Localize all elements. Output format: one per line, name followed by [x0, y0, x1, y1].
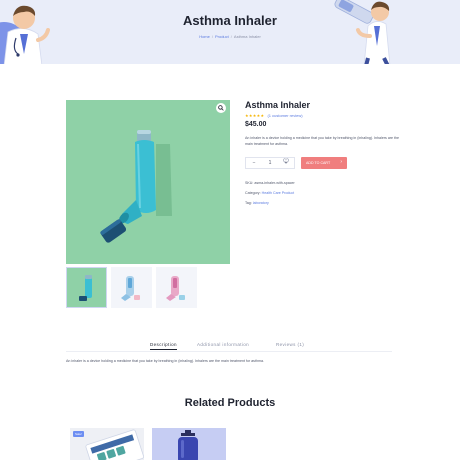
product-tag: Tag: laboratory	[245, 201, 269, 205]
tab-description[interactable]: Description	[150, 342, 177, 350]
product-price: $45.00	[245, 121, 267, 128]
related-product-card[interactable]: Sale!	[70, 428, 144, 460]
breadcrumb-separator: /	[230, 34, 232, 39]
tab-description-content: An inhaler is a device holding a medicin…	[66, 359, 264, 363]
page-banner: Asthma Inhaler Home / Product / Asthma Inhal…	[0, 0, 460, 64]
tabs-divider	[66, 351, 392, 352]
related-product-card[interactable]	[152, 428, 226, 460]
product-title: Asthma Inhaler	[245, 100, 311, 110]
magnifier-icon	[218, 105, 224, 111]
breadcrumb-home[interactable]: Home	[199, 34, 210, 39]
heart-icon	[283, 158, 289, 164]
sku-value: asma-inhaler-with-spacer	[254, 181, 295, 185]
cart-arrow-icon: ›	[340, 159, 342, 165]
wishlist-button[interactable]	[283, 158, 289, 166]
doctor-illustration-left	[0, 5, 50, 64]
sale-badge: Sale!	[73, 431, 84, 437]
inhaler-image	[66, 100, 230, 264]
add-to-cart-button[interactable]: ADD TO CART ›	[301, 157, 347, 169]
thumbnail-blue[interactable]	[111, 267, 152, 308]
product-sku: SKU: asma-inhaler-with-spacer	[245, 181, 295, 185]
product-category: Category: Health Care Product	[245, 191, 294, 195]
product-rating: ★★★★★ (1 customer review)	[245, 113, 303, 118]
tag-link[interactable]: laboratory	[253, 201, 269, 205]
tag-label: Tag:	[245, 201, 252, 205]
category-label: Category:	[245, 191, 261, 195]
product-main-image[interactable]	[66, 100, 230, 264]
add-to-cart-label: ADD TO CART	[306, 161, 331, 165]
quantity-input[interactable]: 1	[269, 160, 272, 166]
sku-label: SKU:	[245, 181, 254, 185]
page-title: Asthma Inhaler	[183, 13, 277, 28]
zoom-button[interactable]	[216, 103, 226, 113]
thumbnail-pink[interactable]	[156, 267, 197, 308]
breadcrumb-separator: /	[211, 34, 213, 39]
star-rating-icon: ★★★★★	[245, 113, 265, 118]
breadcrumb-current: Asthma Inhaler	[233, 34, 261, 39]
breadcrumb-product[interactable]: Product	[215, 34, 229, 39]
reviews-link[interactable]: (1 customer review)	[267, 113, 302, 118]
quantity-decrease-button[interactable]: −	[253, 160, 256, 166]
gallery-thumbnails	[66, 267, 197, 308]
related-products-title: Related Products	[184, 397, 276, 409]
tab-reviews[interactable]: Reviews (1)	[276, 342, 304, 347]
related-product-image	[152, 428, 226, 460]
category-link[interactable]: Health Care Product	[262, 191, 295, 195]
product-short-description: An inhaler is a device holding a medicin…	[245, 136, 400, 146]
breadcrumb: Home / Product / Asthma Inhaler	[0, 34, 460, 39]
tab-additional-information[interactable]: Additional information	[197, 342, 249, 347]
thumbnail-green[interactable]	[66, 267, 107, 308]
doctor-illustration-right	[334, 0, 391, 64]
